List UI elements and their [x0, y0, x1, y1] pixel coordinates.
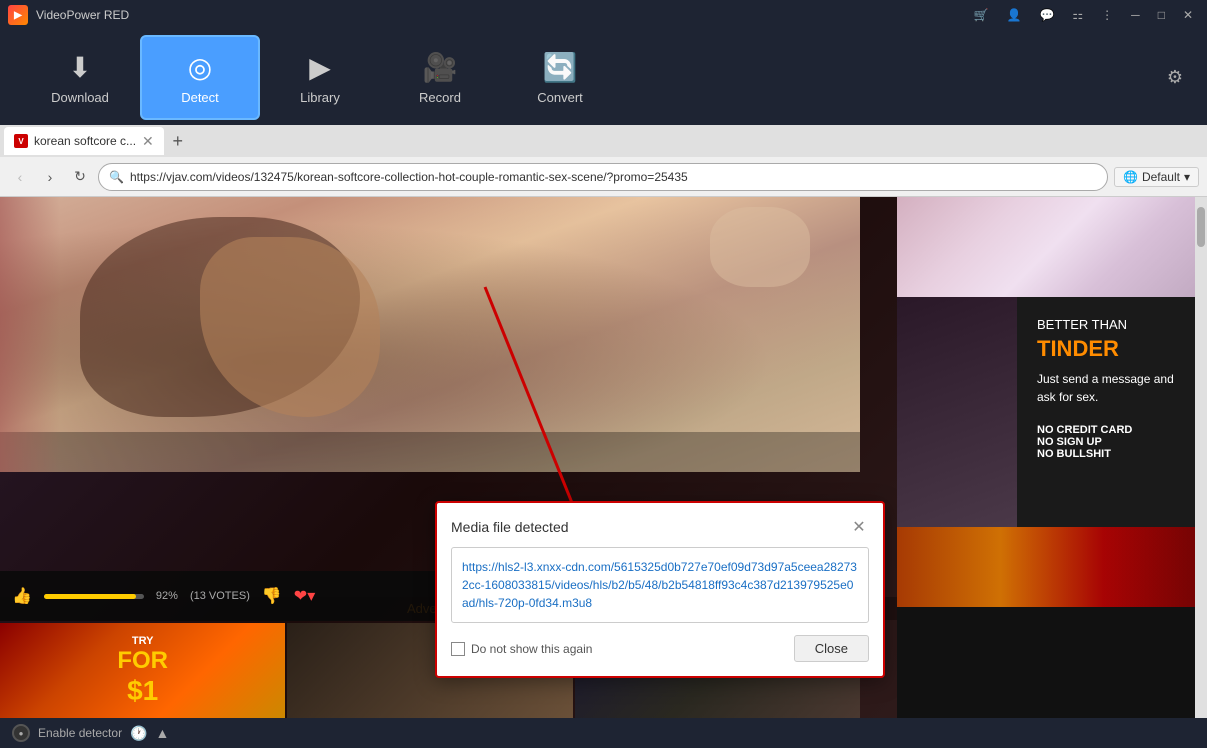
detector-circle[interactable]: ● [12, 724, 30, 742]
url-text: https://vjav.com/videos/132475/korean-so… [130, 170, 1097, 184]
back-button[interactable]: ‹ [8, 165, 32, 189]
url-bar[interactable]: 🔍 https://vjav.com/videos/132475/korean-… [98, 163, 1108, 191]
download-icon: ⬇ [68, 51, 91, 84]
do-not-show-checkbox[interactable] [451, 642, 465, 656]
minimize-button[interactable]: ─ [1125, 6, 1146, 24]
app-logo: ▶ [8, 5, 28, 25]
title-bar-right: 🛒 👤 💬 ⚏ ⋮ ─ □ ✕ [968, 6, 1199, 24]
library-icon: ▶ [309, 51, 331, 84]
toolbar-item-library[interactable]: ▶ Library [260, 35, 380, 120]
expand-icon[interactable]: ▲ [156, 725, 170, 741]
main-content: TRY FOR $1 BANG Advertisement [0, 197, 1207, 718]
enable-detector-label[interactable]: Enable detector [38, 726, 122, 740]
refresh-button[interactable]: ↻ [68, 165, 92, 189]
right-sidebar: BETTER THAN TINDER Just send a message a… [897, 197, 1207, 718]
checkbox-row: Do not show this again [451, 642, 592, 656]
modal-url-box: https://hls2-l3.xnxx-cdn.com/5615325d0b7… [451, 547, 869, 623]
tab-favicon: V [14, 134, 28, 148]
tinder-title: TINDER [1037, 336, 1187, 362]
cart-icon[interactable]: 🛒 [968, 6, 995, 24]
toolbar-item-record[interactable]: 🎥 Record [380, 35, 500, 120]
toolbar-actions: ⚙ [1163, 63, 1187, 92]
tab-close-button[interactable]: ✕ [142, 133, 154, 150]
modal-url-link[interactable]: https://hls2-l3.xnxx-cdn.com/5615325d0b7… [462, 560, 857, 610]
grid-icon[interactable]: ⚏ [1066, 6, 1089, 24]
side-ad-bottom: BETTER THAN TINDER Just send a message a… [897, 297, 1207, 527]
default-label: Default [1142, 170, 1180, 184]
convert-label: Convert [537, 90, 583, 105]
vote-fill [44, 594, 136, 599]
video-area: TRY FOR $1 BANG Advertisement [0, 197, 897, 718]
vote-bar [44, 594, 144, 599]
close-button[interactable]: ✕ [1177, 6, 1199, 24]
modal-dialog: Media file detected ✕ https://hls2-l3.xn… [435, 501, 885, 678]
toolbar-action-1[interactable]: ⚙ [1163, 63, 1187, 92]
forward-button[interactable]: › [38, 165, 62, 189]
more-icon[interactable]: ⋮ [1095, 6, 1119, 24]
scrollbar-thumb[interactable] [1197, 207, 1205, 247]
modal-header: Media file detected ✕ [451, 517, 869, 537]
library-label: Library [300, 90, 340, 105]
default-button[interactable]: 🌐 Default ▾ [1114, 167, 1199, 187]
title-bar-left: ▶ VideoPower RED [8, 5, 129, 25]
search-icon: 🔍 [109, 170, 124, 184]
maximize-button[interactable]: □ [1152, 6, 1171, 24]
bottom-bar: ● Enable detector 🕐 ▲ [0, 718, 1207, 748]
tinder-better: BETTER THAN [1037, 317, 1187, 332]
chat-icon[interactable]: 💬 [1033, 6, 1060, 24]
record-label: Record [419, 90, 461, 105]
scrollbar-vertical[interactable] [1195, 197, 1207, 718]
app-title: VideoPower RED [36, 8, 129, 22]
browser-bar: ‹ › ↻ 🔍 https://vjav.com/videos/132475/k… [0, 157, 1207, 197]
tinder-no-signup: NO SIGN UP [1037, 436, 1187, 448]
globe-icon: 🌐 [1123, 170, 1138, 184]
side-ad-top [897, 197, 1207, 297]
side-ad-text: BETTER THAN TINDER Just send a message a… [1017, 297, 1207, 527]
tinder-no-cc: NO CREDIT CARD [1037, 424, 1187, 436]
user-icon[interactable]: 👤 [1001, 6, 1028, 24]
like-button[interactable]: 👍 [12, 586, 32, 606]
toolbar-item-convert[interactable]: 🔄 Convert [500, 35, 620, 120]
browser-tab[interactable]: V korean softcore c... ✕ [4, 127, 164, 155]
new-tab-button[interactable]: + [166, 129, 190, 153]
modal-title: Media file detected [451, 519, 569, 535]
tinder-sub: Just send a message and ask for sex. [1037, 370, 1187, 406]
checkbox-label: Do not show this again [471, 642, 592, 656]
modal-close-button[interactable]: ✕ [849, 517, 869, 537]
toolbar-item-detect[interactable]: ◎ Detect [140, 35, 260, 120]
chevron-down-icon: ▾ [1184, 170, 1190, 184]
modal-footer: Do not show this again Close [451, 635, 869, 662]
dislike-button[interactable]: 👎 [262, 586, 282, 606]
heart-button[interactable]: ❤▾ [294, 586, 315, 606]
vote-percent: 92% [156, 590, 178, 602]
toolbar: ⬇ Download ◎ Detect ▶ Library 🎥 Record 🔄… [0, 30, 1207, 125]
convert-icon: 🔄 [543, 51, 578, 84]
detect-icon: ◎ [188, 51, 212, 84]
title-bar: ▶ VideoPower RED 🛒 👤 💬 ⚏ ⋮ ─ □ ✕ [0, 0, 1207, 30]
tab-bar: V korean softcore c... ✕ + [0, 125, 1207, 157]
download-label: Download [51, 90, 109, 105]
tinder-no-bs: NO BULLSHIT [1037, 448, 1187, 460]
close-modal-button[interactable]: Close [794, 635, 869, 662]
vote-count: (13 VOTES) [190, 590, 250, 602]
clock-icon[interactable]: 🕐 [130, 725, 147, 742]
tab-label: korean softcore c... [34, 134, 136, 148]
toolbar-item-download[interactable]: ⬇ Download [20, 35, 140, 120]
thumb-1[interactable]: TRY FOR $1 [0, 623, 285, 718]
record-icon: 🎥 [423, 51, 458, 84]
detect-label: Detect [181, 90, 219, 105]
